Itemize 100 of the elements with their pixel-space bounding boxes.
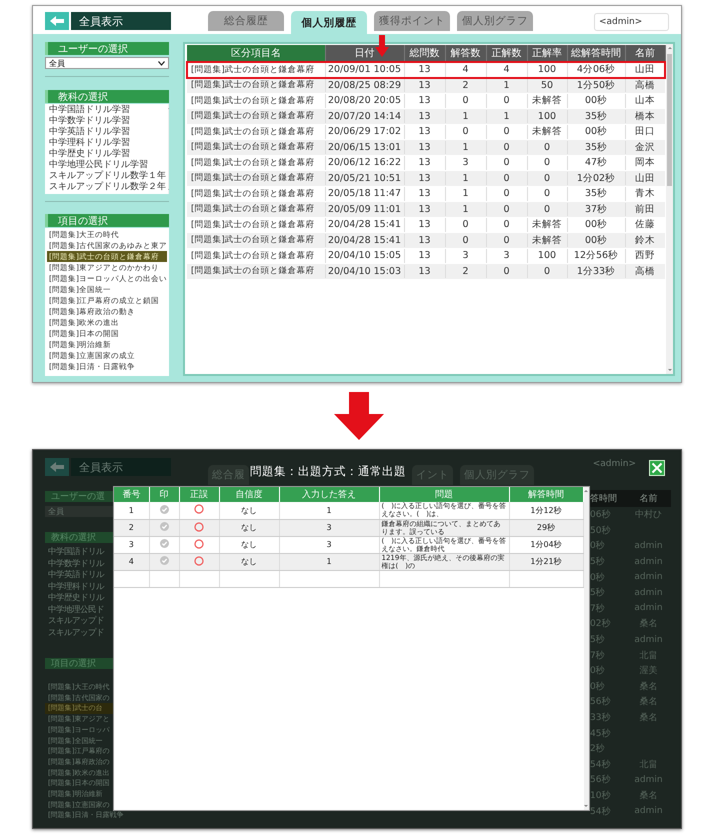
- table-cell-text: 5秒: [589, 634, 606, 646]
- table-cell-text: 45秒: [589, 728, 612, 740]
- list-item[interactable]: 中学歴史ドリル学習: [47, 149, 166, 160]
- table-cell: なし: [219, 519, 279, 536]
- list-item[interactable]: スキルアップドリル数学１年: [47, 171, 166, 182]
- table-cell: 3: [279, 536, 379, 553]
- list-item[interactable]: 中学英語ドリル学習: [47, 127, 166, 138]
- circle-icon: [194, 522, 204, 532]
- table-cell-text: admin: [633, 603, 664, 614]
- table-cell-text: 02秒: [589, 618, 612, 630]
- back-arrow-icon: [50, 16, 64, 26]
- column-header: 印: [149, 487, 179, 502]
- list-item[interactable]: 中学国語ドリル学習: [47, 105, 166, 116]
- section-header: 教科の選択: [45, 90, 169, 103]
- table-cell: 1分12秒: [509, 502, 583, 519]
- show-all-button[interactable]: 全員表示: [71, 458, 171, 476]
- table-cell-text: admin: [633, 540, 664, 551]
- table-cell: 1: [279, 553, 379, 570]
- table-cell: 3: [114, 536, 149, 553]
- column-header: 番号: [114, 487, 149, 502]
- table-cell-text: 56秒: [589, 774, 612, 786]
- column-header: 区分項目名: [187, 45, 325, 62]
- column-header: 自信度: [219, 487, 279, 502]
- column-header: 答時間: [589, 492, 618, 505]
- table-cell: 0: [527, 264, 567, 279]
- check-circle-icon: [160, 522, 168, 531]
- table-cell-text: 0秒: [589, 664, 606, 678]
- table-cell: なし: [219, 536, 279, 553]
- table-cell-text: 5秒: [589, 586, 606, 600]
- table-cell-text: 54秒: [589, 806, 612, 818]
- table-cell-text: 桑名: [638, 696, 658, 708]
- table-cell: 山田: [625, 62, 665, 78]
- table-cell: 4分06秒: [567, 62, 625, 78]
- column-header: 総解答時間: [567, 45, 625, 62]
- column-header: 正誤: [179, 487, 219, 502]
- table-cell: 4: [114, 553, 149, 570]
- tab[interactable]: 個人別グラフ: [457, 11, 533, 31]
- tab[interactable]: 個人別履歴: [291, 11, 367, 34]
- table-cell-text: 中村ひ: [634, 508, 663, 522]
- table-cell-text: 0秒: [589, 680, 606, 693]
- table-cell: なし: [219, 553, 279, 570]
- table-cell: 4: [486, 62, 527, 78]
- check-circle-icon: [160, 556, 168, 565]
- check-circle-icon: [160, 504, 168, 514]
- table-cell: 1: [279, 502, 379, 519]
- tab[interactable]: 総合履歴: [208, 11, 284, 31]
- table-cell: 0: [486, 264, 527, 279]
- table-cell-text: 2秒: [589, 742, 606, 756]
- column-header: 入力した答え: [279, 487, 379, 502]
- table-cell-text: 桑名: [638, 712, 658, 724]
- table-cell-text: 33秒: [589, 712, 612, 724]
- circle-icon: [194, 556, 204, 566]
- column-header: 解答数: [445, 45, 486, 62]
- table-cell: 100: [527, 62, 567, 78]
- column-header: 総問数: [404, 45, 445, 62]
- table-cell-text: 7秒: [589, 602, 606, 615]
- table-cell-text: admin: [633, 774, 664, 785]
- tab[interactable]: 獲得ポイント: [374, 11, 450, 31]
- chevron-down-icon: [158, 60, 165, 66]
- table-cell-text: 桑名: [638, 618, 658, 630]
- table-cell-text: admin: [633, 572, 664, 582]
- table-cell: 2: [114, 519, 149, 536]
- table-cell: 29秒: [509, 519, 583, 536]
- table-cell-text: 54秒: [589, 758, 612, 771]
- column-header: 名前: [625, 45, 665, 62]
- table-cell-text: 桑名: [638, 790, 658, 802]
- section-header: 項目の選択: [45, 658, 113, 669]
- table-cell-text: 10秒: [589, 790, 612, 802]
- table-cell: 1分04秒: [509, 536, 583, 553]
- table-cell-text: admin: [633, 806, 664, 816]
- close-button[interactable]: [649, 460, 665, 476]
- column-header: 問題: [379, 487, 509, 502]
- table-cell: なし: [219, 502, 279, 519]
- show-all-button[interactable]: 全員表示: [71, 12, 171, 30]
- user-select[interactable]: 全員: [45, 506, 113, 517]
- section-header: 項目の選択: [45, 214, 169, 227]
- list-item[interactable]: 中学理科ドリル学習: [47, 138, 166, 149]
- table-cell-text: 0秒: [589, 540, 606, 552]
- table-cell-text: 桑名: [638, 680, 658, 693]
- list-item[interactable]: 中学地理公民ドリル学習: [47, 160, 166, 171]
- list-item[interactable]: スキルアップドリル数学２年: [47, 182, 166, 193]
- table-cell: 13: [404, 62, 445, 78]
- back-button[interactable]: [45, 458, 69, 476]
- table-cell-text: admin: [633, 634, 664, 645]
- column-header: 解答時間: [509, 487, 583, 502]
- user-label: <admin>: [592, 459, 636, 469]
- list-item[interactable]: 中学数学ドリル学習: [47, 116, 166, 127]
- table-cell: 4: [445, 62, 486, 78]
- section-header: 教科の選択: [45, 532, 113, 543]
- column-header: 名前: [638, 492, 658, 505]
- user-select[interactable]: 全員: [45, 57, 169, 69]
- table-cell: 3: [279, 519, 379, 536]
- down-arrow: [334, 392, 384, 440]
- table-cell: 1分21秒: [509, 553, 583, 570]
- table-cell: 1分33秒: [567, 264, 625, 279]
- user-field[interactable]: <admin>: [594, 13, 669, 31]
- table-cell-text: admin: [633, 556, 664, 567]
- table-cell-text: 北畠: [638, 758, 658, 771]
- table-cell-text: 50秒: [589, 524, 612, 537]
- back-button[interactable]: [45, 12, 69, 30]
